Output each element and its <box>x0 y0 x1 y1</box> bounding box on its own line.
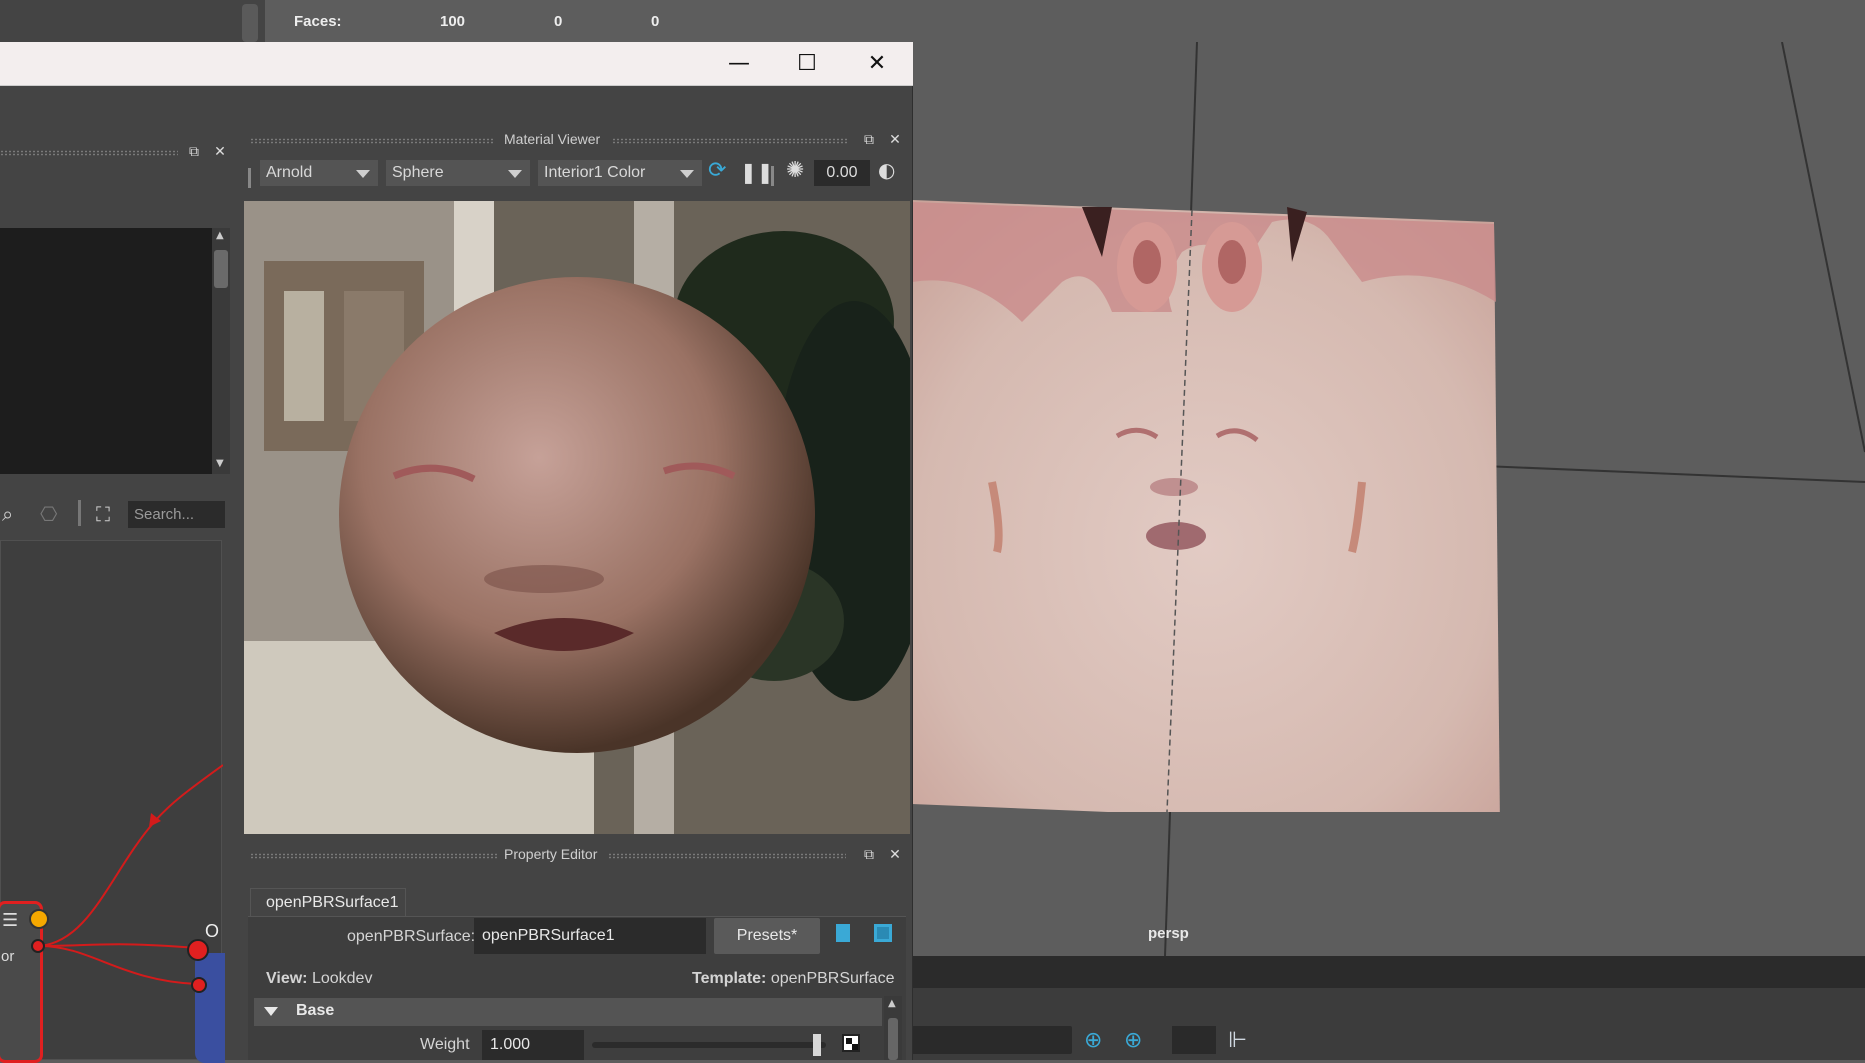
faces-value-2: 0 <box>554 13 563 30</box>
weight-slider[interactable] <box>592 1042 826 1048</box>
minimize-icon[interactable]: — <box>712 48 766 80</box>
faces-value-1: 100 <box>440 13 466 30</box>
material-preview[interactable] <box>244 201 910 834</box>
exposure-icon[interactable]: ✺ <box>786 158 804 183</box>
browser-panel-header: ⧉ ✕ <box>0 138 240 166</box>
toolbar-separator <box>78 500 81 526</box>
float-panel-icon[interactable]: ⧉ <box>860 131 878 149</box>
input-port-1[interactable] <box>187 939 209 961</box>
toolbar-separator <box>771 166 774 186</box>
close-panel-icon[interactable]: ✕ <box>886 846 904 864</box>
scroll-up-icon[interactable]: ▲ <box>216 230 224 241</box>
float-panel-icon[interactable]: ⧉ <box>860 846 878 864</box>
heads-up-display: Faces: 100 0 0 <box>265 0 1865 42</box>
target-node[interactable] <box>195 953 225 1063</box>
node-port-label: or <box>1 948 15 965</box>
expand-triangle-icon[interactable] <box>264 1007 278 1016</box>
pause-icon[interactable]: ❚❚ <box>740 160 774 184</box>
toggle-view-icon[interactable] <box>874 924 892 942</box>
exposure-field[interactable]: 0.00 <box>814 160 870 186</box>
float-panel-icon[interactable]: ⧉ <box>185 143 203 161</box>
view-value: Lookdev <box>311 970 373 987</box>
tab-openpbrsurface1[interactable]: openPBRSurface1 <box>250 888 406 916</box>
chevron-down-icon <box>508 170 522 178</box>
base-section-header[interactable]: Base <box>254 998 882 1026</box>
scroll-thumb[interactable] <box>888 1018 898 1060</box>
target-node-label: O <box>205 921 220 941</box>
graph-layout-icon[interactable]: ⎔ <box>40 502 57 526</box>
panel-grip[interactable] <box>0 150 178 156</box>
refresh-render-icon[interactable]: ⟳ <box>708 158 726 183</box>
weight-label: Weight <box>420 1036 470 1053</box>
zoom-in-icon[interactable]: ⊕ <box>1084 1028 1102 1053</box>
scroll-up-icon[interactable]: ▲ <box>888 998 896 1009</box>
chevron-down-icon <box>356 170 370 178</box>
indent-list-icon[interactable]: ⊩ <box>1228 1028 1247 1053</box>
range-end-field[interactable] <box>912 1026 1072 1054</box>
output-port-yellow[interactable] <box>29 909 49 929</box>
preview-render <box>244 201 910 834</box>
copy-tab-icon[interactable] <box>836 924 850 942</box>
zoom-out-icon[interactable]: ⊕ <box>1124 1028 1142 1053</box>
environment-value: Interior1 Color <box>544 164 646 181</box>
node-type-label: openPBRSurface: <box>347 928 476 945</box>
chevron-down-icon <box>680 170 694 178</box>
output-port-red[interactable] <box>31 939 45 953</box>
panel-grip[interactable] <box>250 138 495 144</box>
faces-value-3: 0 <box>651 13 660 30</box>
shape-value: Sphere <box>392 164 444 181</box>
browser-list[interactable] <box>0 228 212 474</box>
hypershade-window: — ☐ ✕ ⧉ ✕ ▲ ▼ ⌕ ⎔ ⛶ Search... ☰ or O Mat… <box>0 42 913 1063</box>
node-name-field[interactable]: openPBRSurface1 <box>474 918 706 954</box>
range-slider[interactable] <box>912 956 1865 988</box>
map-button-icon[interactable] <box>842 1034 860 1052</box>
graph-search-input[interactable]: Search... <box>128 501 225 528</box>
camera-label: persp <box>1148 925 1189 942</box>
graph-select-icon[interactable]: ⌕ <box>2 502 13 526</box>
material-viewer-header: Material Viewer ⧉ ✕ <box>240 126 913 154</box>
outliner-top-strip <box>0 0 265 42</box>
renderer-dropdown[interactable]: Arnold <box>260 160 378 186</box>
window-titlebar[interactable]: — ☐ ✕ <box>0 42 913 86</box>
close-panel-icon[interactable]: ✕ <box>211 143 229 161</box>
template-value: openPBRSurface <box>770 970 895 987</box>
gamma-icon[interactable]: ◐ <box>878 158 895 182</box>
panel-grip[interactable] <box>250 853 498 859</box>
template-info: Template: openPBRSurface <box>692 970 894 988</box>
weight-field[interactable]: 1.000 <box>482 1030 584 1060</box>
maximize-icon[interactable]: ☐ <box>780 48 834 80</box>
base-section-label: Base <box>296 1002 335 1019</box>
property-editor-title: Property Editor <box>504 846 598 862</box>
faces-label: Faces: <box>294 13 342 30</box>
node-menu-icon[interactable]: ☰ <box>2 910 18 931</box>
panel-grip[interactable] <box>612 138 847 144</box>
face-texture-plane[interactable] <box>912 152 1512 812</box>
environment-dropdown[interactable]: Interior1 Color <box>538 160 702 186</box>
property-editor-header: Property Editor ⧉ ✕ <box>240 841 913 869</box>
close-panel-icon[interactable]: ✕ <box>886 131 904 149</box>
material-viewer-title: Material Viewer <box>504 131 601 147</box>
scroll-down-icon[interactable]: ▼ <box>216 458 224 469</box>
graph-frame-icon[interactable]: ⛶ <box>96 502 110 526</box>
time-slider-area: ⊕ ⊕ ⊩ <box>912 956 1865 1060</box>
perspective-viewport[interactable]: persp <box>912 42 1865 956</box>
graph-toolbar: ⌕ ⎔ ⛶ Search... <box>0 498 240 530</box>
outliner-scrollbar[interactable] <box>242 4 258 42</box>
property-editor-scrollbar[interactable]: ▲ <box>884 996 902 1060</box>
shape-dropdown[interactable]: Sphere <box>386 160 530 186</box>
view-info: View: Lookdev <box>266 970 372 988</box>
browser-scroll-thumb[interactable] <box>214 250 228 288</box>
view-label: View: <box>266 970 308 987</box>
renderer-value: Arnold <box>266 164 313 181</box>
template-label: Template: <box>692 970 767 987</box>
presets-button[interactable]: Presets* <box>714 918 820 954</box>
weight-slider-thumb[interactable] <box>812 1034 821 1056</box>
close-icon[interactable]: ✕ <box>850 48 904 80</box>
panel-grip[interactable] <box>608 853 846 859</box>
toolbar-separator <box>248 168 251 188</box>
current-frame-field[interactable] <box>1172 1026 1216 1054</box>
input-port-2[interactable] <box>191 977 207 993</box>
node-graph-editor[interactable]: ☰ or O <box>0 540 225 1063</box>
